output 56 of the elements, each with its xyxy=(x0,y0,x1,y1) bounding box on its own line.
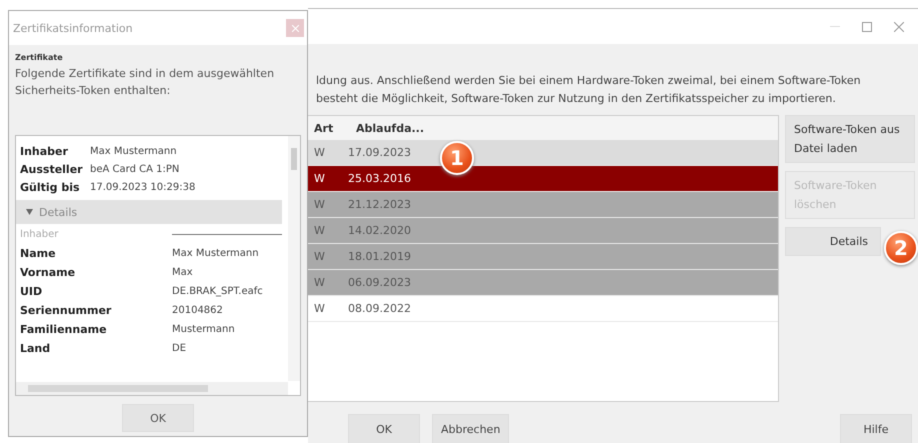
field-label: Land xyxy=(20,342,52,355)
vertical-scrollbar[interactable] xyxy=(288,136,300,381)
column-header[interactable]: Art xyxy=(308,122,348,135)
table-cell-text: 18.01.2019 xyxy=(348,250,412,264)
field-label: Aussteller xyxy=(20,162,84,176)
field-value: Mustermann xyxy=(172,324,235,335)
field-value: 17.09.2023 10:29:38 xyxy=(90,182,196,192)
table-cell: W xyxy=(314,302,326,316)
field-value: Max Mustermann xyxy=(90,146,177,156)
dialog-button[interactable]: Abbrechen xyxy=(432,414,510,443)
field-label: Seriennummer xyxy=(20,304,112,317)
field-label: Familienname xyxy=(20,323,108,336)
table-cell: W xyxy=(314,146,326,160)
table-cell-text: 17.09.2023 xyxy=(348,146,412,160)
field-label: UID xyxy=(20,285,44,298)
field-label: Inhaber xyxy=(20,144,69,158)
field-value: DE.BRAK_SPT.eafc xyxy=(172,286,263,297)
help-button[interactable]: Hilfe xyxy=(840,414,912,443)
description-text: Folgende Zertifikate sind in dem ausgewählten Sicherheits-Token enthalten: xyxy=(15,66,276,99)
close-icon[interactable] xyxy=(894,22,904,32)
field-label: Vorname xyxy=(20,266,76,279)
ok-button[interactable]: OK xyxy=(122,404,194,432)
table-cell-text: 14.02.2020 xyxy=(348,224,412,238)
table-cell-text: 21.12.2023 xyxy=(348,198,412,212)
table-cell: W xyxy=(314,224,326,238)
table-cell: W xyxy=(314,250,326,264)
table-cell: W xyxy=(314,172,326,186)
instruction-text: ldung aus. Anschließend werden Sie bei einem Hardware-Token zweimal, bei einem Software-Token xyxy=(316,74,862,88)
field-value: beA Card CA 1:PN xyxy=(90,164,180,174)
section-label: Inhaber xyxy=(20,228,60,240)
action-button[interactable]: Details xyxy=(785,227,881,256)
table-cell-text: 06.09.2023 xyxy=(348,276,412,290)
field-value: Max Mustermann xyxy=(172,248,259,259)
table-cell: W xyxy=(314,198,326,212)
callout-badge: 2 xyxy=(884,231,918,265)
column-header[interactable]: Ablaufda... xyxy=(348,122,548,135)
field-value: 20104862 xyxy=(172,305,223,316)
minimize-icon[interactable] xyxy=(830,26,840,28)
close-icon xyxy=(292,24,298,32)
dialog-button[interactable]: OK xyxy=(348,414,420,443)
field-label: Name xyxy=(20,247,57,260)
field-value: DE xyxy=(172,343,186,354)
close-button[interactable] xyxy=(286,19,304,37)
section-heading: Zertifikate xyxy=(15,53,64,62)
maximize-icon[interactable] xyxy=(862,22,872,32)
field-value: Max xyxy=(172,267,193,278)
table-cell-text: 25.03.2016 xyxy=(348,172,412,186)
horizontal-scrollbar[interactable] xyxy=(16,382,288,395)
table-cell-text: 08.09.2022 xyxy=(348,302,412,316)
table-cell: W xyxy=(314,276,326,290)
dialog-title: Zertifikatsinformation xyxy=(13,22,133,34)
instruction-text: besteht die Möglichkeit, Software-Token zur Nutzung in den Zertifikatsspeicher zu importieren. xyxy=(316,92,837,106)
expand-arrow-icon xyxy=(26,209,33,215)
field-label: Gültig bis xyxy=(20,180,81,194)
table-row[interactable]: W 25.03.2016 xyxy=(308,166,778,192)
action-button[interactable]: Software-Token aus Datei laden xyxy=(785,115,915,164)
